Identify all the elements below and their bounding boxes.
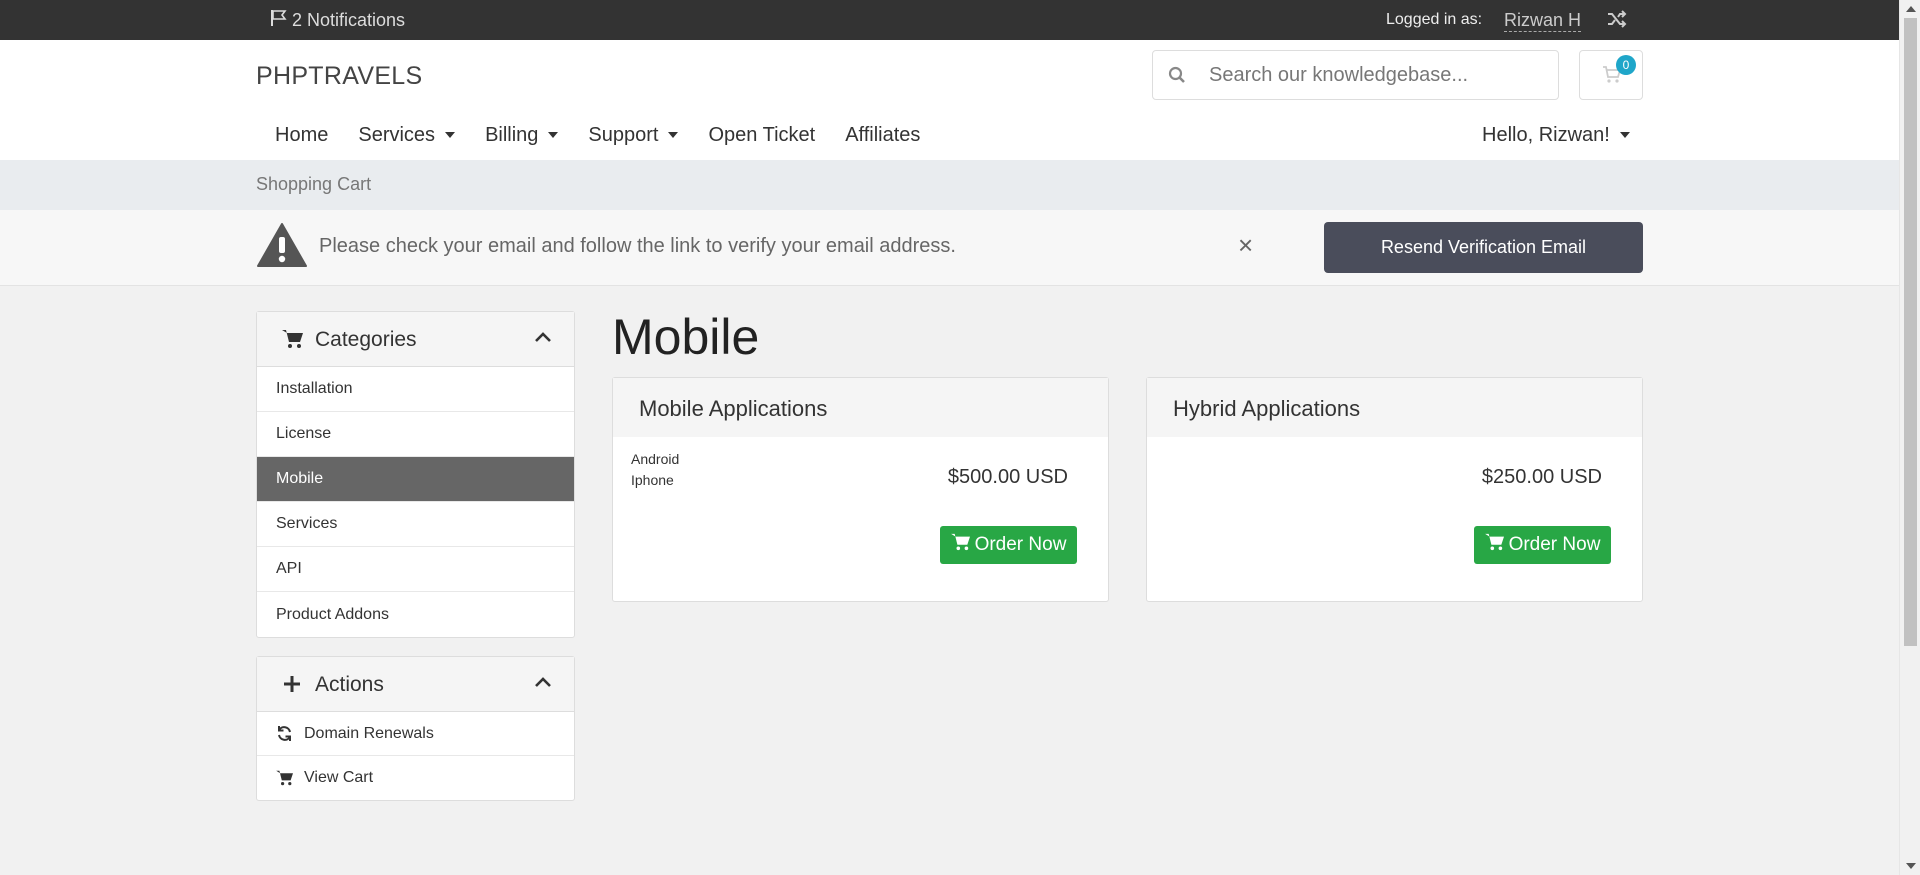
category-item-license[interactable]: License [257,412,574,457]
chevron-up-icon[interactable] [534,675,552,693]
actions-panel: Actions Domain Renewals View Cart [256,656,575,801]
nav-services[interactable]: Services [343,120,470,150]
category-item-product-addons[interactable]: Product Addons [257,592,574,637]
cart-button[interactable]: 0 [1579,50,1643,100]
search-input[interactable] [1209,63,1549,87]
user-menu-label: Hello, Rizwan! [1482,124,1610,146]
action-label: View Cart [304,769,374,786]
order-now-label: Order Now [974,534,1067,555]
product-name: Hybrid Applications [1173,396,1361,421]
nav-support[interactable]: Support [573,120,693,150]
categories-header[interactable]: Categories [257,312,574,367]
cart-count-badge: 0 [1616,55,1636,75]
alert-message: Please check your email and follow the l… [319,235,956,257]
scrollbar-thumb[interactable] [1904,18,1917,646]
actions-header[interactable]: Actions [257,657,574,712]
top-bar: 2 Notifications Logged in as: Rizwan H [0,0,1899,40]
cart-icon [1484,533,1505,557]
chevron-up-icon[interactable] [534,330,552,348]
product-price: $500.00 USD [947,466,1068,488]
shuffle-icon[interactable] [1607,10,1627,33]
caret-down-icon [668,132,679,138]
actions-title: Actions [315,673,384,696]
plus-icon [282,674,302,699]
product-card-mobile-applications: Mobile Applications Android Iphone $500.… [612,377,1109,602]
nav-label: Affiliates [845,124,921,146]
cart-icon [276,770,296,786]
notifications-label: 2 Notifications [292,10,406,30]
main-nav: Home Services Billing Support Open Ticke… [260,120,935,150]
nav-billing[interactable]: Billing [470,120,573,150]
action-label: Domain Renewals [304,724,434,742]
product-card-header: Hybrid Applications [1147,378,1642,437]
category-item-api[interactable]: API [257,547,574,592]
breadcrumb-current: Shopping Cart [256,174,372,194]
order-now-label: Order Now [1508,534,1601,555]
nav-label: Open Ticket [708,124,816,146]
caret-down-icon [445,132,456,138]
user-name-link[interactable]: Rizwan H [1504,9,1582,32]
nav-open-ticket[interactable]: Open Ticket [693,120,830,150]
category-item-mobile[interactable]: Mobile [257,457,574,502]
logged-in-label: Logged in as: [1386,11,1483,28]
search-icon[interactable] [1153,66,1201,84]
nav-label: Billing [485,124,539,146]
breadcrumb: Shopping Cart [0,160,1899,210]
brand-logo[interactable]: PHPTRAVELS [256,62,422,91]
feature-item: Android [631,451,680,467]
cart-icon [282,329,304,354]
scroll-up-arrow-icon[interactable] [1906,6,1916,12]
product-name: Mobile Applications [639,396,828,421]
user-menu[interactable]: Hello, Rizwan! [1482,120,1630,150]
action-domain-renewals[interactable]: Domain Renewals [257,712,574,756]
product-card-hybrid-applications: Hybrid Applications $250.00 USD Order No… [1146,377,1643,602]
knowledgebase-search [1152,50,1559,100]
page-title: Mobile [612,309,760,365]
scroll-down-arrow-icon[interactable] [1906,863,1916,869]
categories-panel: Categories Installation License Mobile S… [256,311,575,638]
category-item-installation[interactable]: Installation [257,367,574,412]
nav-label: Home [275,124,329,146]
nav-label: Support [588,124,659,146]
close-icon[interactable]: × [1238,232,1253,258]
header: PHPTRAVELS 0 Home Services Billing Suppo… [0,40,1899,160]
caret-down-icon [1619,132,1630,138]
notifications-link[interactable]: 2 Notifications [270,9,405,32]
nav-label: Services [358,124,436,146]
feature-item: Iphone [631,472,674,488]
nav-home[interactable]: Home [260,120,343,150]
product-card-header: Mobile Applications [613,378,1108,437]
nav-affiliates[interactable]: Affiliates [830,120,935,150]
cart-icon [950,533,971,557]
page-scrollbar[interactable] [1899,0,1920,875]
product-price: $250.00 USD [1481,466,1602,488]
verify-email-alert: Please check your email and follow the l… [0,210,1899,286]
order-now-button[interactable]: Order Now [940,526,1077,564]
category-item-services[interactable]: Services [257,502,574,547]
categories-title: Categories [315,328,417,351]
resend-verification-button[interactable]: Resend Verification Email [1324,222,1643,273]
flag-icon [270,9,288,32]
action-view-cart[interactable]: View Cart [257,756,574,800]
order-now-button[interactable]: Order Now [1474,526,1611,564]
refresh-icon [276,725,296,742]
caret-down-icon [548,132,559,138]
product-features: Android Iphone [631,449,679,491]
warning-icon [256,222,308,273]
